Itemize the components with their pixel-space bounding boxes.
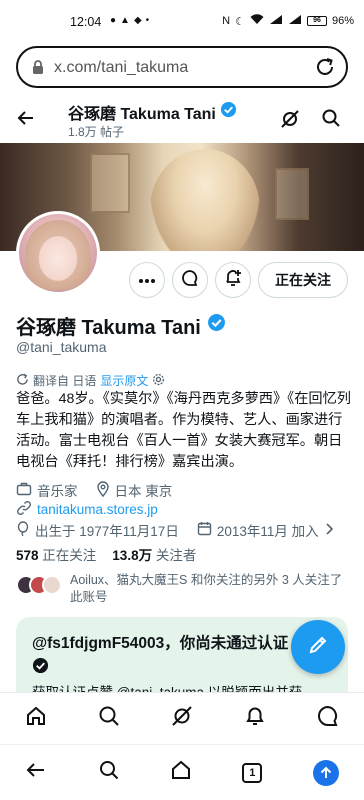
known-followers-text: Aoilux、猫丸大魔王S 和你关注的另外 3 人关注了此账号 <box>70 573 343 604</box>
post-count: 1.8万 帖子 <box>68 125 125 139</box>
profile-name-text: 谷琢磨 Takuma Tani <box>16 317 201 339</box>
back-arrow-icon[interactable] <box>16 108 36 133</box>
moon-icon: ☾ <box>235 15 245 28</box>
system-icons: N ☾ 96 96% <box>222 14 354 28</box>
profession-text: 音乐家 <box>37 484 78 499</box>
banner-window <box>275 168 309 220</box>
birth-date: 出生于 1977年11月17日 <box>35 524 179 539</box>
balloon-icon <box>16 520 30 540</box>
address-bar[interactable]: x.com/tani_takuma <box>16 46 348 88</box>
location-text: 日本 東京 <box>114 484 173 499</box>
verified-badge-icon <box>220 101 237 123</box>
link-icon <box>16 500 32 519</box>
profile-header: 谷琢磨 Takuma Tani 1.8万 帖子 <box>0 96 364 142</box>
profile-meta-row: 出生于 1977年11月17日 2013年11月 加入 <box>16 520 334 540</box>
signal-icon <box>269 14 283 28</box>
notification-icons: ● ▲ ◆ • <box>110 15 149 26</box>
card-title: @fs1fdjgmF54003，你尚未通过认证 <box>32 635 289 652</box>
verified-badge-icon <box>32 657 49 679</box>
battery-icon: 96 <box>306 16 327 26</box>
profile-name: 谷琢磨 Takuma Tani <box>16 311 226 340</box>
scroll-up-icon[interactable] <box>312 759 339 786</box>
search-icon[interactable] <box>321 108 341 133</box>
profile-meta-row: 音乐家 日本 東京 <box>16 480 172 500</box>
notification-icon: ● <box>110 15 117 26</box>
verified-badge-icon <box>207 313 226 338</box>
followers-count: 13.8万 <box>112 548 153 563</box>
following-label: 正在关注 <box>42 548 97 563</box>
following-button[interactable]: 正在关注 <box>258 262 348 298</box>
message-icon <box>181 269 199 292</box>
avatar-portrait <box>25 220 91 290</box>
known-followers[interactable]: Aoilux、猫丸大魔王S 和你关注的另外 3 人关注了此账号 <box>16 572 352 606</box>
avatar[interactable] <box>16 211 100 295</box>
notifications-icon[interactable] <box>243 704 267 733</box>
profile-handle: @tani_takuma <box>16 339 107 355</box>
more-icon <box>138 271 156 289</box>
compose-post-button[interactable] <box>291 620 345 674</box>
bell-plus-icon <box>223 268 243 293</box>
wifi-icon <box>250 14 264 28</box>
join-date: 2013年11月 加入 <box>216 524 319 539</box>
status-time: 12:04 <box>70 15 102 29</box>
home-icon[interactable] <box>170 759 192 786</box>
avatar <box>42 575 62 595</box>
header-name-text: 谷琢磨 Takuma Tani <box>68 106 216 123</box>
briefcase-icon <box>16 481 32 500</box>
search-icon[interactable] <box>97 704 121 733</box>
browser-navigation: 1 <box>0 744 364 800</box>
notify-button[interactable] <box>215 262 251 298</box>
messages-icon[interactable] <box>316 704 340 733</box>
translate-label: 翻译自 日语 <box>33 374 97 388</box>
show-original-link[interactable]: 显示原文 <box>100 372 148 389</box>
following-count-link[interactable]: 578 正在关注 <box>16 544 96 564</box>
battery-percent: 96% <box>331 15 354 27</box>
notification-icon: ◆ <box>133 15 142 26</box>
status-bar: 12:04 ● ▲ ◆ • N ☾ 96 96% <box>0 0 364 40</box>
following-count: 578 <box>16 548 39 563</box>
home-icon[interactable] <box>24 704 48 733</box>
header-name: 谷琢磨 Takuma Tani <box>68 100 237 124</box>
profile-bio: 爸爸。48岁。《实莫尔》《海丹西克多萝西》《在回忆列车上我和猫》的演唱者。作为模… <box>16 391 351 470</box>
nfc-icon: N <box>222 15 231 27</box>
translate-icon <box>16 373 29 389</box>
notification-icon: ▲ <box>120 15 130 26</box>
translation-row: 翻译自 日语 显示原文 <box>16 372 165 389</box>
compose-icon <box>307 634 329 661</box>
notification-icon: • <box>145 15 150 26</box>
signal-icon <box>288 14 302 28</box>
bottom-navigation <box>0 692 364 744</box>
follow-counts: 578 正在关注 13.8万 关注者 <box>16 544 196 564</box>
profile-meta-row: tanitakuma.stores.jp <box>16 500 158 519</box>
url-text[interactable]: x.com/tani_takuma <box>54 59 188 77</box>
chevron-right-icon[interactable] <box>324 522 334 538</box>
grok-icon[interactable] <box>170 704 194 733</box>
location-icon <box>96 480 110 500</box>
reload-icon[interactable] <box>314 56 336 83</box>
search-icon[interactable] <box>98 759 120 786</box>
more-options-button[interactable] <box>129 262 165 298</box>
tabs-button[interactable]: 1 <box>242 762 263 783</box>
lock-icon[interactable] <box>31 59 45 80</box>
banner-window <box>90 153 130 213</box>
banner-figure <box>150 149 260 251</box>
grok-icon[interactable] <box>279 108 301 135</box>
back-icon[interactable] <box>25 759 47 786</box>
message-button[interactable] <box>172 262 208 298</box>
followers-label: 关注者 <box>155 548 197 563</box>
calendar-icon <box>197 521 212 539</box>
website-link[interactable]: tanitakuma.stores.jp <box>37 502 158 517</box>
follower-avatars <box>16 575 62 597</box>
settings-icon[interactable] <box>152 373 165 389</box>
followers-count-link[interactable]: 13.8万 关注者 <box>112 544 196 564</box>
